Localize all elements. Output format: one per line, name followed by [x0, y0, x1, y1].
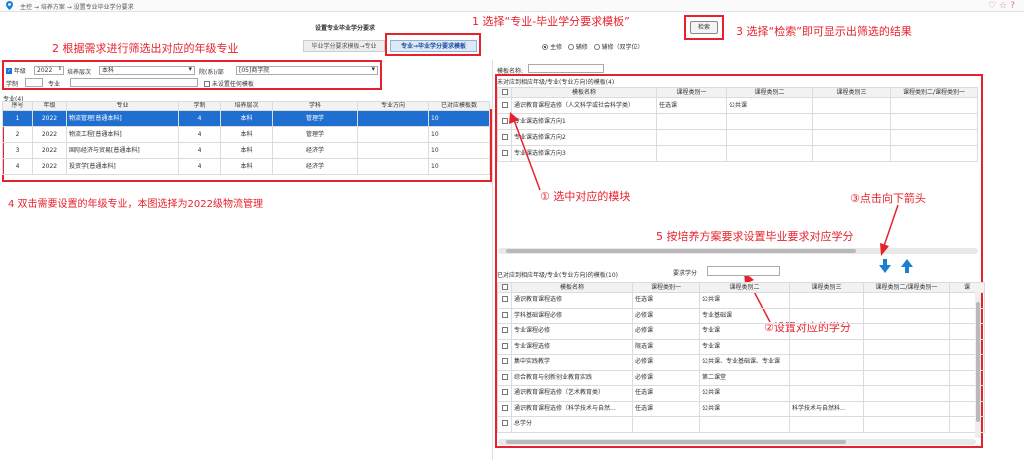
highlight-search	[684, 15, 724, 40]
grade-checkbox[interactable]	[6, 68, 12, 74]
row-checkbox[interactable]	[501, 389, 508, 396]
arrow-down-icon[interactable]	[879, 259, 891, 273]
radio-minor[interactable]	[567, 44, 574, 50]
annotation-step3: 3 选择“检索”即可显示出筛选的结果	[736, 25, 912, 38]
highlight-tab	[385, 33, 481, 56]
annotation-arrow-down	[880, 204, 899, 256]
panel-divider	[492, 60, 493, 460]
list-item[interactable]: 综合教育与创新创业教育实践 必修课 第二课堂	[497, 369, 985, 386]
list-item[interactable]: 通识教育课程选修（人文科学或社会科学类） 任选课 公共课	[497, 97, 978, 114]
list-item[interactable]: 专业课选修课方向2	[497, 129, 978, 146]
select-all-checkbox[interactable]	[501, 283, 508, 290]
row-checkbox[interactable]	[501, 327, 508, 334]
table-row[interactable]: 4 2022 投资学[普通本科] 4 本科 经济学 10	[2, 158, 490, 175]
table-row[interactable]: 1 2022 物流管理[普通本科] 4 本科 管理学 10	[2, 110, 490, 127]
study-type-radios: 主修 辅修 辅修（双学位）	[542, 42, 644, 51]
page-title: 设置专业毕业学分要求	[315, 25, 376, 32]
row-checkbox[interactable]	[501, 373, 508, 380]
unset-checkbox[interactable]	[204, 81, 210, 87]
major-table-header: 序号 年级 专业 学制 培养层次 学科 专业方向 已对应模板数	[2, 101, 490, 111]
annotation-arrow-module	[509, 112, 541, 191]
location-pin-icon	[6, 1, 13, 10]
major-input[interactable]	[70, 78, 198, 87]
level-select[interactable]: 本科	[99, 66, 195, 75]
credit-label: 要求学分	[673, 270, 698, 277]
help-icon[interactable]: ?	[1010, 1, 1018, 11]
credit-input[interactable]	[707, 266, 780, 276]
assigned-h-scrollbar[interactable]	[498, 439, 976, 445]
list-item[interactable]: 总学分	[497, 416, 985, 433]
assigned-table-header: 模板名称 课程类别一 课程类别二 课程类别三 课程类别二/课程类别一课	[497, 282, 985, 293]
select-all-checkbox[interactable]	[501, 88, 508, 95]
system-input[interactable]	[25, 78, 43, 87]
list-item[interactable]: 学科基础课程必修 必修课 专业基础课	[497, 307, 985, 324]
major-label: 专业	[48, 81, 61, 88]
top-bar: 主控 → 培养方案 → 设置专业毕业学分要求 ♡☆?	[0, 0, 1024, 12]
row-checkbox[interactable]	[501, 404, 508, 411]
major-table: 序号 年级 专业 学制 培养层次 学科 专业方向 已对应模板数 1 2022 物流管理[普通本科]…	[2, 101, 490, 175]
system-label: 学制	[6, 81, 19, 88]
list-item[interactable]: 集中实践教学 必修课 公共课、专业基础课、专业课	[497, 354, 985, 371]
unassigned-table-header: 模板名称 课程类别一 课程类别二 课程类别三 课程类别二/课程类别一	[497, 87, 978, 98]
arrow-up-icon[interactable]	[901, 259, 913, 273]
list-item[interactable]: 通识教育课程选修 任选课 公共课	[497, 292, 985, 309]
unassigned-h-scrollbar[interactable]	[498, 248, 978, 254]
assigned-v-scrollbar[interactable]	[975, 292, 981, 438]
annotation-step4: 4 双击需要设置的年级专业，本图选择为2022级物流管理	[8, 199, 263, 210]
row-checkbox[interactable]	[501, 420, 508, 427]
tab-template-to-major[interactable]: 毕业学分要求模板→专业	[303, 40, 385, 52]
star-icon[interactable]: ☆	[999, 1, 1010, 11]
top-icons: ♡☆?	[988, 1, 1018, 11]
heart-icon[interactable]: ♡	[988, 1, 999, 11]
row-checkbox[interactable]	[501, 358, 508, 365]
radio-double-degree[interactable]	[593, 44, 600, 50]
list-item[interactable]: 通识教育课程选修（科学技术与自然... 任选课 公共课 科学技术与自然科...	[497, 400, 985, 417]
annotation-step2: 2 根据需求进行筛选出对应的年级专业	[52, 42, 239, 55]
unassigned-template-table: 模板名称 课程类别一 课程类别二 课程类别三 课程类别二/课程类别一 通识教育课程选修（…	[497, 87, 978, 162]
dept-select[interactable]: [05]商学院	[236, 66, 378, 75]
radio-major[interactable]	[542, 44, 548, 50]
list-item[interactable]: 专业课程必修 必修课 专业课	[497, 323, 985, 340]
level-label: 培养层次	[67, 69, 92, 76]
dept-label: 院(系)/部	[199, 69, 224, 76]
list-item[interactable]: 通识教育课程选修（艺术教育类） 任选课 公共课	[497, 385, 985, 402]
row-checkbox[interactable]	[501, 342, 508, 349]
grade-filter: 年级	[6, 66, 26, 75]
row-checkbox[interactable]	[501, 296, 508, 303]
annotation-step1: 1 选择“专业-毕业学分要求模板”	[472, 15, 630, 28]
assigned-template-table: 模板名称 课程类别一 课程类别二 课程类别三 课程类别二/课程类别一课 通识教育课程选修…	[497, 282, 985, 433]
grade-stepper[interactable]: 2022 ⇕	[34, 66, 64, 75]
row-checkbox[interactable]	[501, 311, 508, 318]
list-item[interactable]: 专业课选修课方向3	[497, 145, 978, 162]
assigned-caption: 已对应到相应年级/专业(专业方向)的模板(10)	[497, 272, 619, 279]
list-item[interactable]: 专业课选修课方向1	[497, 113, 978, 130]
table-row[interactable]: 2 2022 物流工程[普通本科] 4 本科 管理学 10	[2, 126, 490, 143]
template-name-input[interactable]	[528, 64, 604, 73]
list-item[interactable]: 专业课程选修 限选课 专业课	[497, 338, 985, 355]
breadcrumb: 主控 → 培养方案 → 设置专业毕业学分要求	[20, 4, 134, 11]
table-row[interactable]: 3 2022 国际经济与贸易[普通本科] 4 本科 经济学 10	[2, 142, 490, 159]
unset-filter: 未设置任何模板	[204, 79, 254, 88]
row-checkbox[interactable]	[501, 102, 508, 108]
